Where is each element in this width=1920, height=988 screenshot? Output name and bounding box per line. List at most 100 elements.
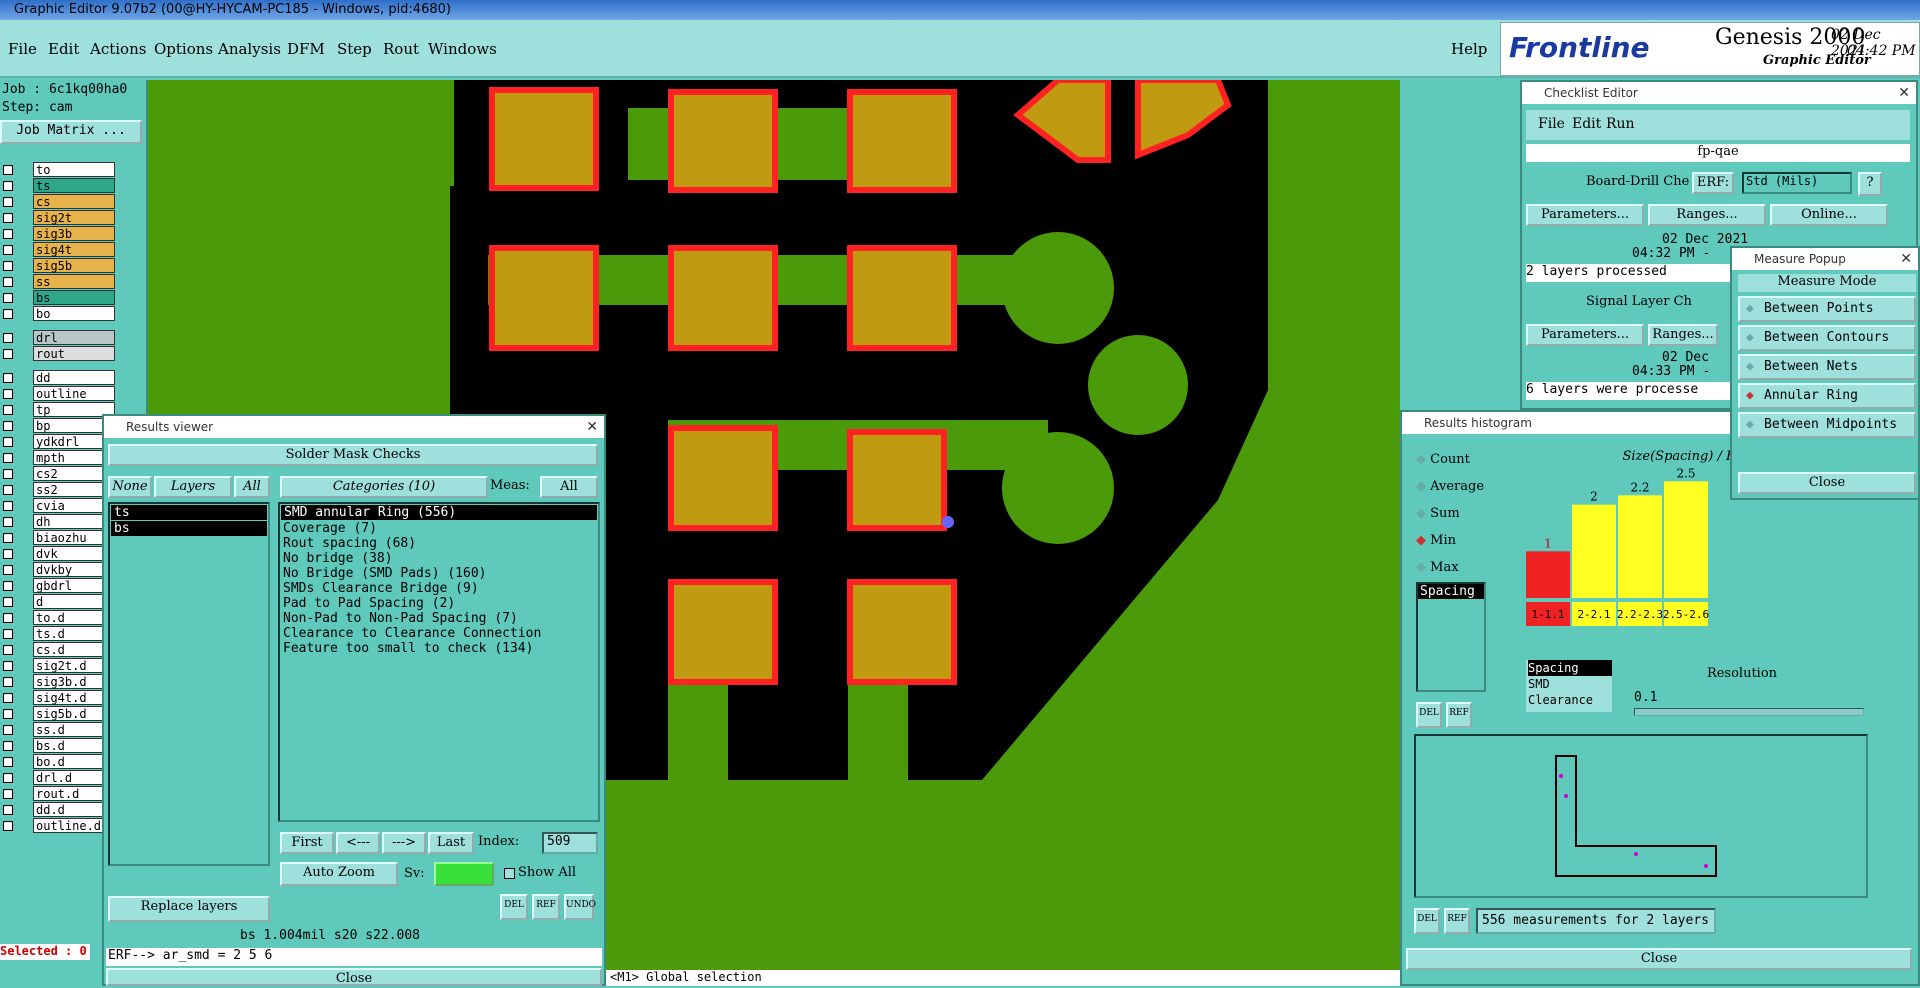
layer-name[interactable]: outline <box>33 386 115 401</box>
layer-name[interactable]: to <box>33 162 115 177</box>
layer-checkbox[interactable] <box>3 485 13 495</box>
layer-row[interactable]: cs2 <box>0 466 118 481</box>
histogram-bar[interactable] <box>1664 481 1708 598</box>
histogram-bar[interactable] <box>1572 504 1616 598</box>
layer-row[interactable]: biaozhu <box>0 530 118 545</box>
stat-option[interactable]: ◆ Count <box>1416 452 1470 467</box>
layer-row[interactable]: ts <box>0 178 118 193</box>
histogram-close-button[interactable]: Close <box>1406 948 1912 970</box>
ref-button[interactable]: REF <box>532 894 560 920</box>
layer-checkbox[interactable] <box>3 333 13 343</box>
meas-select[interactable]: All <box>540 476 598 498</box>
measure-option[interactable]: ◆ Between Midpoints <box>1738 412 1916 438</box>
measure-close-button[interactable]: Close <box>1738 472 1916 494</box>
layer-name[interactable]: sig4t <box>33 242 115 257</box>
layer-row[interactable]: d <box>0 594 118 609</box>
layer-name[interactable]: sig5b <box>33 258 115 273</box>
layer-checkbox[interactable] <box>3 293 13 303</box>
parameters-button-2[interactable]: Parameters... <box>1526 324 1644 346</box>
layer-checkbox[interactable] <box>3 565 13 575</box>
layer-row[interactable]: sig5b.d <box>0 706 118 721</box>
category-list[interactable]: SMD annular Ring (556) Coverage (7) Rout s… <box>278 502 600 822</box>
layer-checkbox[interactable] <box>3 165 13 175</box>
layer-row[interactable]: gbdrl <box>0 578 118 593</box>
layer-row[interactable]: drl.d <box>0 770 118 785</box>
next-button[interactable]: ---> <box>382 832 426 854</box>
layer-checkbox[interactable] <box>3 245 13 255</box>
layer-checkbox[interactable] <box>3 821 13 831</box>
layer-checkbox[interactable] <box>3 533 13 543</box>
layer-row[interactable]: dd <box>0 370 118 385</box>
layer-name[interactable]: dd <box>33 370 115 385</box>
category-item[interactable]: Pad to Pad Spacing (2) <box>280 596 598 611</box>
layer-name[interactable]: cs <box>33 194 115 209</box>
histogram-list[interactable]: Spacing <box>1416 582 1486 692</box>
layer-row[interactable]: bp <box>0 418 118 433</box>
sv-color-select[interactable] <box>434 862 494 886</box>
layer-checkbox[interactable] <box>3 789 13 799</box>
type-list[interactable]: Spacing SMD Clearance <box>1526 660 1612 712</box>
measure-option[interactable]: ◆ Between Nets <box>1738 354 1916 380</box>
layer-row[interactable]: cvia <box>0 498 118 513</box>
layer-result-item[interactable]: ts <box>111 505 267 520</box>
layer-checkbox[interactable] <box>3 757 13 767</box>
stat-option[interactable]: ◆ Max <box>1416 560 1459 575</box>
stat-option[interactable]: ◆ Average <box>1416 479 1484 494</box>
layer-checkbox[interactable] <box>3 213 13 223</box>
signal-layer-item[interactable]: Signal Layer Ch <box>1586 294 1692 309</box>
layer-row[interactable]: to <box>0 162 118 177</box>
menu-windows[interactable]: Windows <box>428 40 497 58</box>
layer-checkbox[interactable] <box>3 677 13 687</box>
undo-button[interactable]: UNDO <box>564 894 596 920</box>
std-mils-input[interactable]: Std (Mils) <box>1742 172 1852 194</box>
layer-checkbox[interactable] <box>3 741 13 751</box>
menu-help[interactable]: Help <box>1451 40 1487 58</box>
job-matrix-button[interactable]: Job Matrix ... <box>0 120 142 144</box>
replace-layers-select[interactable]: Replace layers <box>108 896 270 922</box>
layer-name[interactable]: bs <box>33 290 115 305</box>
measure-option[interactable]: ◆ Between Points <box>1738 296 1916 322</box>
layer-checkbox[interactable] <box>3 349 13 359</box>
menu-rout[interactable]: Rout <box>383 40 419 58</box>
prev-button[interactable]: <--- <box>336 832 380 854</box>
hist-del-button[interactable]: DEL <box>1416 702 1442 728</box>
hist-del-button-2[interactable]: DEL <box>1414 908 1440 934</box>
parameters-button[interactable]: Parameters... <box>1526 204 1644 226</box>
category-item[interactable]: Rout spacing (68) <box>280 536 598 551</box>
layer-checkbox[interactable] <box>3 421 13 431</box>
menu-options[interactable]: Options <box>154 40 213 58</box>
layer-row[interactable]: sig2t.d <box>0 658 118 673</box>
checklist-edit-menu[interactable]: Edit <box>1572 116 1601 132</box>
layer-checkbox[interactable] <box>3 709 13 719</box>
layer-row[interactable]: to.d <box>0 610 118 625</box>
close-icon[interactable]: ✕ <box>1898 82 1910 104</box>
layer-row[interactable]: sig2t <box>0 210 118 225</box>
del-button[interactable]: DEL <box>500 894 528 920</box>
results-close-button[interactable]: Close <box>106 968 602 986</box>
layer-row[interactable]: outline.d <box>0 818 118 833</box>
layer-name[interactable]: ss <box>33 274 115 289</box>
ranges-button-2[interactable]: Ranges... <box>1648 324 1718 346</box>
histogram-bar[interactable] <box>1526 551 1570 598</box>
layer-checkbox[interactable] <box>3 693 13 703</box>
none-button[interactable]: None <box>108 476 152 498</box>
layer-checkbox[interactable] <box>3 229 13 239</box>
layer-row[interactable]: tp <box>0 402 118 417</box>
checklist-file-menu[interactable]: File <box>1538 116 1565 132</box>
first-button[interactable]: First <box>280 832 334 854</box>
layer-row[interactable]: ss.d <box>0 722 118 737</box>
layer-checkbox[interactable] <box>3 629 13 639</box>
layer-results-list[interactable]: ts bs <box>108 502 270 866</box>
layer-checkbox[interactable] <box>3 773 13 783</box>
help-button[interactable]: ? <box>1858 172 1882 196</box>
layer-checkbox[interactable] <box>3 549 13 559</box>
auto-zoom-select[interactable]: Auto Zoom <box>280 862 398 886</box>
layer-row[interactable]: dvk <box>0 546 118 561</box>
layer-checkbox[interactable] <box>3 661 13 671</box>
layer-checkbox[interactable] <box>3 725 13 735</box>
layer-checkbox[interactable] <box>3 805 13 815</box>
category-item[interactable]: SMDs Clearance Bridge (9) <box>280 581 598 596</box>
layer-row[interactable]: drl <box>0 330 118 345</box>
board-drill-item[interactable]: Board-Drill Che <box>1586 174 1689 189</box>
layer-checkbox[interactable] <box>3 501 13 511</box>
